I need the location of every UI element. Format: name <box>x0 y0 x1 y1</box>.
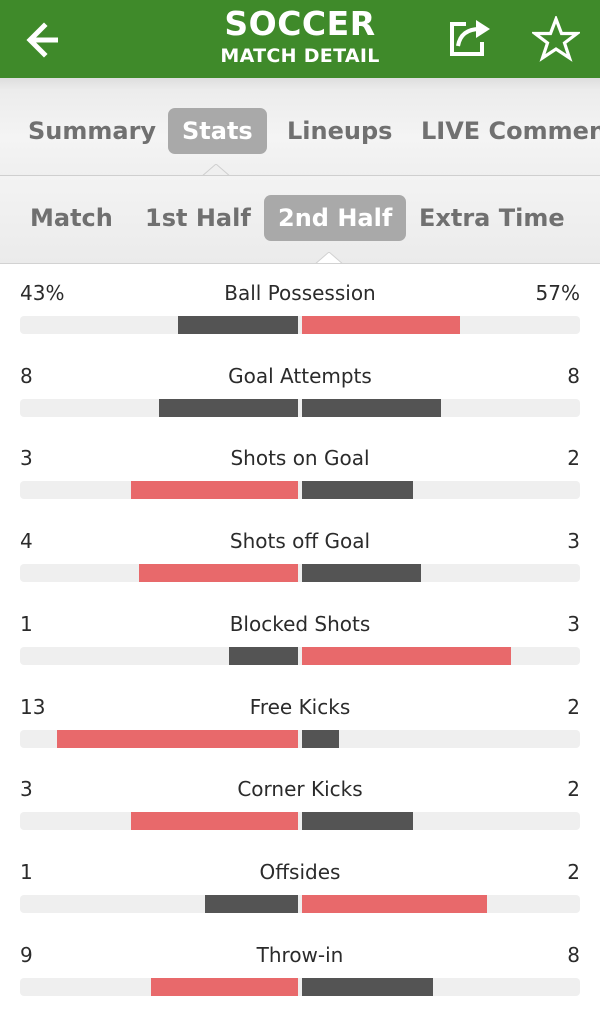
away-stat-bar <box>302 481 414 500</box>
stat-row: 43% Ball Possession 57% <box>0 264 600 346</box>
away-stat-bar <box>302 646 511 665</box>
stat-bar-track <box>20 316 580 334</box>
home-value: 3 <box>20 446 33 471</box>
stat-bar-track <box>20 398 580 417</box>
away-value: 3 <box>567 529 580 554</box>
main-tab-bar: Summary Stats Lineups LIVE Commen <box>0 78 600 176</box>
active-period-pointer <box>315 252 343 263</box>
home-value: 43% <box>20 281 65 305</box>
tab-summary[interactable]: Summary <box>28 108 156 154</box>
star-icon[interactable] <box>532 16 580 62</box>
home-value: 1 <box>20 611 33 636</box>
home-value: 4 <box>20 529 33 554</box>
stat-bar-track <box>20 812 580 831</box>
away-value: 2 <box>567 446 580 471</box>
away-value: 57% <box>535 281 580 305</box>
home-value: 13 <box>20 694 46 719</box>
away-value: 8 <box>567 363 580 388</box>
home-value: 3 <box>20 777 33 802</box>
away-value: 3 <box>567 611 580 636</box>
back-arrow-icon[interactable] <box>22 20 62 60</box>
away-stat-bar <box>302 398 441 417</box>
home-stat-bar <box>139 564 298 583</box>
tab-2nd-half[interactable]: 2nd Half <box>264 195 407 241</box>
away-stat-bar <box>302 894 488 913</box>
stat-row: 3 Shots on Goal 2 <box>0 429 600 511</box>
stat-row: 3 Corner Kicks 2 <box>0 760 600 842</box>
active-tab-pointer <box>202 164 230 175</box>
away-stat-bar <box>302 316 461 334</box>
header-title-block: SOCCER MATCH DETAIL <box>150 4 450 68</box>
app-header: SOCCER MATCH DETAIL <box>0 0 600 78</box>
home-stat-bar <box>57 729 298 748</box>
stat-row: 1 Offsides 2 <box>0 843 600 925</box>
tab-1st-half[interactable]: 1st Half <box>145 195 251 241</box>
stat-label: Free Kicks <box>249 694 351 719</box>
stat-bar-track <box>20 977 580 996</box>
tab-live-commentary[interactable]: LIVE Commen <box>421 108 600 154</box>
stat-row: 9 Throw-in 8 <box>0 926 600 1008</box>
stat-row: 13 Free Kicks 2 <box>0 678 600 760</box>
stat-bar-track <box>20 564 580 583</box>
share-icon[interactable] <box>446 16 494 60</box>
stat-label: Goal Attempts <box>228 363 372 388</box>
stat-bar-track <box>20 481 580 500</box>
away-stat-bar <box>302 729 340 748</box>
period-tab-bar: Match 1st Half 2nd Half Extra Time <box>0 176 600 264</box>
home-stat-bar <box>178 316 298 334</box>
tab-extra-time[interactable]: Extra Time <box>419 195 565 241</box>
away-stat-bar <box>302 812 414 831</box>
home-value: 9 <box>20 942 33 967</box>
page-title: SOCCER <box>224 4 376 43</box>
stat-label: Shots on Goal <box>230 446 370 471</box>
home-value: 1 <box>20 859 33 884</box>
page-subtitle: MATCH DETAIL <box>220 45 380 67</box>
tab-stats[interactable]: Stats <box>168 108 267 154</box>
home-stat-bar <box>159 398 298 417</box>
tab-match[interactable]: Match <box>30 195 113 241</box>
stat-label: Blocked Shots <box>229 611 371 636</box>
home-stat-bar <box>131 481 298 500</box>
away-stat-bar <box>302 564 422 583</box>
away-value: 8 <box>567 942 580 967</box>
away-stat-bar <box>302 977 433 996</box>
tab-lineups[interactable]: Lineups <box>287 108 392 154</box>
stat-label: Offsides <box>259 859 341 884</box>
home-stat-bar <box>205 894 298 913</box>
stat-label: Shots off Goal <box>229 529 371 554</box>
home-stat-bar <box>131 812 298 831</box>
home-value: 8 <box>20 363 33 388</box>
home-stat-bar <box>228 646 298 665</box>
stat-label: Corner Kicks <box>237 777 363 802</box>
stat-row: 8 Goal Attempts 8 <box>0 347 600 429</box>
away-value: 2 <box>567 859 580 884</box>
away-value: 2 <box>567 694 580 719</box>
stat-label: Throw-in <box>256 942 344 967</box>
stat-label: Ball Possession <box>224 281 376 305</box>
stat-bar-track <box>20 894 580 913</box>
away-value: 2 <box>567 777 580 802</box>
stat-row: 1 Blocked Shots 3 <box>0 595 600 677</box>
home-stat-bar <box>150 977 298 996</box>
stat-row: 4 Shots off Goal 3 <box>0 512 600 594</box>
